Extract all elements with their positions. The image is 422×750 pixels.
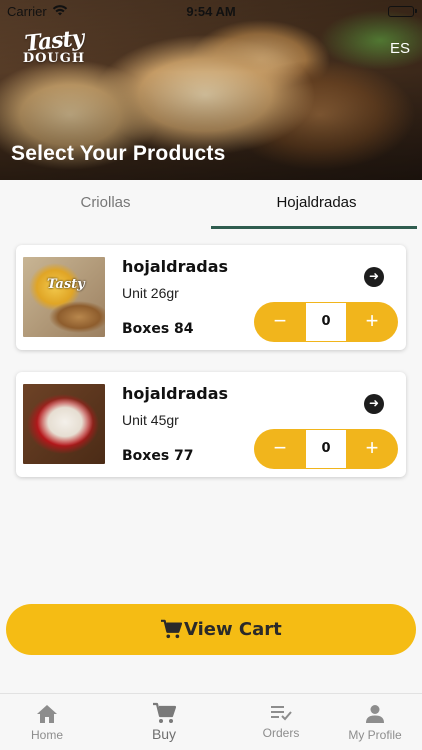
product-boxes: Boxes 77 bbox=[122, 448, 194, 464]
product-unit: Unit 45gr bbox=[122, 412, 179, 428]
increment-button[interactable]: + bbox=[346, 302, 398, 342]
nav-orders[interactable]: Orders bbox=[251, 694, 311, 750]
quantity-value[interactable]: 0 bbox=[306, 302, 346, 342]
view-cart-label: View Cart bbox=[184, 619, 282, 640]
bottom-nav: Home Buy Orders My Profile bbox=[0, 693, 422, 750]
product-image: Tasty bbox=[23, 257, 105, 337]
arrow-right-icon[interactable]: ➜ bbox=[364, 394, 384, 414]
tab-hojaldradas[interactable]: Hojaldradas bbox=[211, 180, 422, 230]
nav-home-label: Home bbox=[30, 728, 63, 742]
product-card: hojaldradas Unit 45gr Boxes 77 ➜ − 0 + bbox=[16, 372, 406, 477]
page-title: Select Your Products bbox=[11, 142, 226, 165]
product-boxes: Boxes 84 bbox=[122, 321, 194, 337]
arrow-right-icon[interactable]: ➜ bbox=[364, 267, 384, 287]
nav-buy[interactable]: Buy bbox=[134, 694, 194, 750]
product-unit: Unit 26gr bbox=[122, 285, 179, 301]
cart-icon bbox=[161, 619, 182, 639]
increment-button[interactable]: + bbox=[346, 429, 398, 469]
decrement-button[interactable]: − bbox=[254, 302, 306, 342]
nav-orders-label: Orders bbox=[262, 726, 300, 740]
view-cart-button[interactable]: View Cart bbox=[6, 604, 416, 655]
person-icon bbox=[366, 705, 384, 723]
nav-buy-label: Buy bbox=[151, 726, 177, 742]
nav-home[interactable]: Home bbox=[17, 694, 77, 750]
quantity-stepper: − 0 + bbox=[254, 429, 398, 469]
product-name: hojaldradas bbox=[122, 384, 229, 403]
brand-logo: Tasty DOUGH bbox=[22, 24, 86, 72]
product-name: hojaldradas bbox=[122, 257, 229, 276]
status-bar: Carrier 9:54 AM bbox=[0, 0, 422, 22]
tab-criollas[interactable]: Criollas bbox=[0, 180, 211, 230]
battery-icon bbox=[388, 6, 417, 17]
nav-profile[interactable]: My Profile bbox=[340, 694, 410, 750]
language-toggle[interactable]: ES bbox=[390, 40, 410, 57]
cart-icon bbox=[153, 702, 176, 723]
clock-label: 9:54 AM bbox=[186, 4, 236, 19]
decrement-button[interactable]: − bbox=[254, 429, 306, 469]
active-tab-indicator bbox=[211, 226, 417, 229]
quantity-value[interactable]: 0 bbox=[306, 429, 346, 469]
nav-profile-label: My Profile bbox=[348, 728, 402, 742]
product-card: Tasty hojaldradas Unit 26gr Boxes 84 ➜ −… bbox=[16, 245, 406, 350]
logo-line1: Tasty bbox=[23, 24, 85, 58]
product-image bbox=[23, 384, 105, 464]
category-tabs: Criollas Hojaldradas bbox=[0, 180, 422, 230]
product-package-logo: Tasty bbox=[47, 277, 85, 292]
quantity-stepper: − 0 + bbox=[254, 302, 398, 342]
orders-list-icon bbox=[271, 706, 292, 721]
home-icon bbox=[37, 705, 57, 723]
